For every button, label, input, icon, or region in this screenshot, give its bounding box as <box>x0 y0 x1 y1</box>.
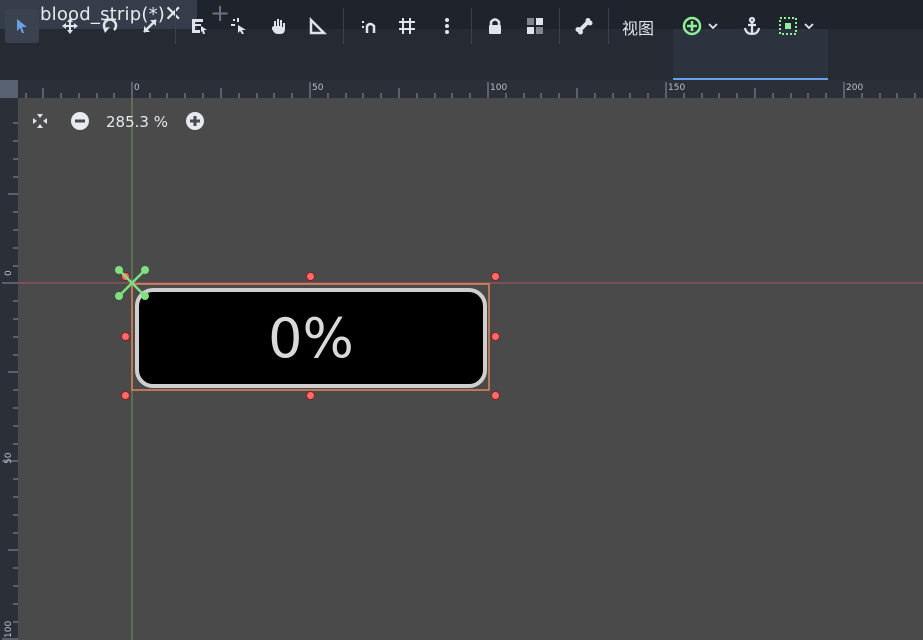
select-mode-button[interactable] <box>5 9 39 43</box>
dotted-box-icon <box>779 17 797 35</box>
minus-circle-icon <box>71 112 89 130</box>
resize-handle-left[interactable] <box>121 332 130 341</box>
resize-handle-top[interactable] <box>306 272 315 281</box>
move-arrows-icon <box>62 18 78 34</box>
container-sizing-dropdown[interactable] <box>778 12 824 40</box>
scale-mode-button[interactable] <box>136 12 164 40</box>
cursor-arrow-icon <box>17 19 27 33</box>
view-menu-button[interactable]: 视图 <box>622 15 654 39</box>
presets-dropdown-button[interactable] <box>682 12 728 40</box>
rotate-icon <box>102 18 118 33</box>
chevron-down-icon <box>804 23 814 30</box>
progress-label: 0% <box>268 306 354 370</box>
pan-mode-button[interactable] <box>265 12 293 40</box>
toolbar-separator <box>175 8 176 44</box>
magnet-snap-icon <box>362 21 376 33</box>
toolbar-separator <box>471 8 472 44</box>
resize-handle-bottom-left[interactable] <box>121 391 130 400</box>
toolbar-separator <box>608 8 609 44</box>
skeleton-button[interactable] <box>570 12 598 40</box>
resize-handle-bottom-right[interactable] <box>491 391 500 400</box>
scale-icon <box>143 19 157 33</box>
ruler-mode-button[interactable] <box>304 12 332 40</box>
chevron-down-icon <box>708 23 718 30</box>
close-tab-button[interactable]: ✕ <box>164 2 182 27</box>
anchor-icon <box>743 16 761 36</box>
kebab-menu-icon <box>445 18 449 34</box>
list-select-button[interactable] <box>185 12 213 40</box>
lock-icon <box>489 18 501 34</box>
group-button[interactable] <box>521 12 549 40</box>
anchor-button[interactable] <box>738 12 766 40</box>
move-mode-button[interactable] <box>56 12 84 40</box>
zoom-in-button[interactable] <box>184 110 206 132</box>
group-icon <box>527 18 543 34</box>
smart-snap-button[interactable] <box>354 12 382 40</box>
center-view-button[interactable] <box>29 110 51 132</box>
anchor-pivot-icon[interactable] <box>112 263 152 303</box>
add-circle-icon <box>682 16 702 36</box>
hand-icon <box>272 19 285 34</box>
plus-circle-icon <box>186 112 204 130</box>
grid-icon <box>399 18 415 34</box>
grid-snap-button[interactable] <box>393 12 421 40</box>
resize-handle-bottom[interactable] <box>306 391 315 400</box>
snap-options-button[interactable] <box>433 12 461 40</box>
list-select-icon <box>192 19 207 34</box>
bone-icon <box>575 18 593 35</box>
pivot-cursor-icon <box>231 18 246 34</box>
resize-handle-top-right[interactable] <box>491 272 500 281</box>
lock-button[interactable] <box>481 12 509 40</box>
pivot-mode-button[interactable] <box>225 12 253 40</box>
center-view-icon <box>33 114 47 128</box>
ruler-triangle-icon <box>309 17 327 35</box>
zoom-level[interactable]: 285.3 % <box>106 113 168 131</box>
progress-bar[interactable]: 0% <box>135 288 487 388</box>
zoom-out-button[interactable] <box>69 110 91 132</box>
rotate-mode-button[interactable] <box>96 12 124 40</box>
toolbar-separator <box>343 8 344 44</box>
toolbar-separator <box>559 8 560 44</box>
resize-handle-right[interactable] <box>491 332 500 341</box>
